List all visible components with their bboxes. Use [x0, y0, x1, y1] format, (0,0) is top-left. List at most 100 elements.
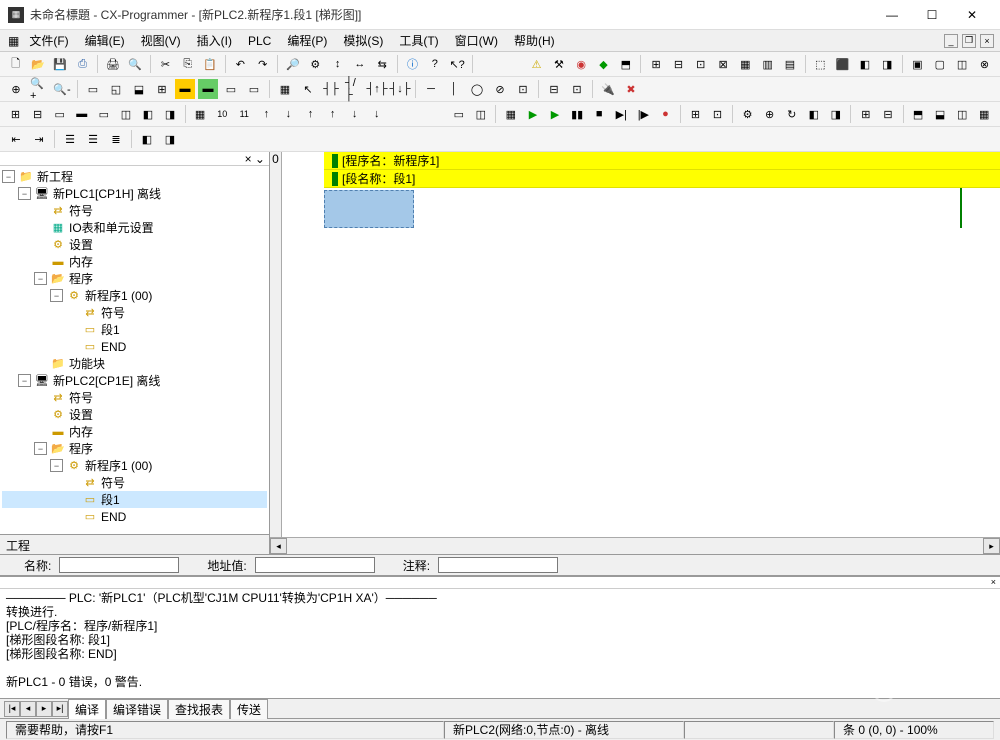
t3-z5[interactable]: ◫ — [953, 104, 972, 124]
tb-3[interactable]: ↔ — [350, 54, 369, 74]
contact-nc-icon[interactable]: ┤/├ — [344, 79, 364, 99]
hline-icon[interactable]: ─ — [421, 79, 441, 99]
new-icon[interactable]: 🗋 — [6, 54, 25, 74]
tree-plc1-prog1-end[interactable]: ▭END — [2, 338, 267, 355]
tool-r[interactable]: ◫ — [952, 54, 971, 74]
tool-e[interactable]: ⊞ — [646, 54, 665, 74]
t3-z[interactable]: ⊞ — [856, 104, 875, 124]
contact-n-icon[interactable]: ┤↓├ — [390, 79, 410, 99]
tool-m[interactable]: ⬛ — [833, 54, 852, 74]
tree-plc2-settings[interactable]: ⚙设置 — [2, 406, 267, 423]
tree-plc2-symbols[interactable]: ⇄符号 — [2, 389, 267, 406]
t3-x[interactable]: ◧ — [804, 104, 823, 124]
t3-v[interactable]: ⊕ — [760, 104, 779, 124]
output-tab-transfer[interactable]: 传送 — [230, 699, 268, 719]
undo-icon[interactable]: ↶ — [231, 54, 250, 74]
field-addr-input[interactable] — [255, 557, 375, 573]
tree-plc1-prog1[interactable]: −⚙新程序1 (00) — [2, 287, 267, 304]
scroll-left-icon[interactable]: ◂ — [270, 538, 287, 554]
t3-a[interactable]: ⊞ — [6, 104, 25, 124]
selected-cell[interactable] — [324, 190, 414, 228]
tree-root[interactable]: −📁新工程 — [2, 168, 267, 185]
t2-d[interactable]: ⊞ — [152, 79, 172, 99]
open-icon[interactable]: 📂 — [28, 54, 47, 74]
menu-program[interactable]: 编程(P) — [281, 30, 333, 51]
tool-n[interactable]: ◧ — [855, 54, 874, 74]
tree-plc1-programs[interactable]: −📂程序 — [2, 270, 267, 287]
menu-window[interactable]: 窗口(W) — [449, 30, 504, 51]
t3-o[interactable]: ↓ — [367, 104, 386, 124]
field-comment-input[interactable] — [438, 557, 558, 573]
tool-g[interactable]: ⊡ — [691, 54, 710, 74]
t3-w[interactable]: ↻ — [782, 104, 801, 124]
output-tab-find[interactable]: 查找报表 — [168, 699, 230, 719]
tab-nav-prev[interactable]: ◂ — [20, 701, 36, 717]
tree-plc2-prog1-sym[interactable]: ⇄符号 — [2, 474, 267, 491]
tree-plc1-memory[interactable]: ▬内存 — [2, 253, 267, 270]
zoom-in-icon[interactable]: 🔍+ — [29, 79, 49, 99]
rec-icon[interactable]: ● — [656, 104, 675, 124]
tree-tab-project[interactable]: 工程 — [0, 534, 269, 554]
t3-i[interactable]: ▦ — [191, 104, 210, 124]
t3-z2[interactable]: ⊟ — [878, 104, 897, 124]
tool-j[interactable]: ▥ — [758, 54, 777, 74]
menu-view[interactable]: 视图(V) — [135, 30, 187, 51]
t3-c[interactable]: ▭ — [50, 104, 69, 124]
close-button[interactable]: ✕ — [952, 0, 992, 30]
output-text[interactable]: ─────── PLC: '新PLC1'（PLC机型'CJ1M CPU11'转换… — [0, 589, 1000, 698]
cursor-icon[interactable]: ↖ — [298, 79, 318, 99]
t2-h[interactable]: ▭ — [244, 79, 264, 99]
tool-c[interactable]: ◆ — [594, 54, 613, 74]
ladder-hscroll[interactable]: ◂ ▸ — [270, 537, 1000, 554]
play-icon[interactable]: ▶ — [523, 104, 542, 124]
copy-icon[interactable]: ⎘ — [178, 54, 197, 74]
tool-k[interactable]: ▤ — [780, 54, 799, 74]
menu-help[interactable]: 帮助(H) — [508, 30, 561, 51]
step-icon[interactable]: ▶| — [612, 104, 631, 124]
t2-i[interactable]: ▦ — [275, 79, 295, 99]
del-vline-icon[interactable]: ⊡ — [567, 79, 587, 99]
saveall-icon[interactable]: ⎙ — [73, 54, 92, 74]
tree-close-bar[interactable]: × ⌄ — [0, 152, 269, 166]
tree-plc1-funcblocks[interactable]: 📁功能块 — [2, 355, 267, 372]
print-icon[interactable]: 🖨 — [103, 54, 122, 74]
indent-icon[interactable]: ⇤ — [6, 129, 26, 149]
contact-no-icon[interactable]: ┤├ — [321, 79, 341, 99]
field-name-input[interactable] — [59, 557, 179, 573]
help-icon[interactable]: ? — [425, 54, 444, 74]
scroll-right-icon[interactable]: ▸ — [983, 538, 1000, 554]
zoom-fit-icon[interactable]: ⊕ — [6, 79, 26, 99]
output-close[interactable]: × — [0, 577, 1000, 589]
t3-z6[interactable]: ▦ — [975, 104, 994, 124]
tool-p[interactable]: ▣ — [908, 54, 927, 74]
tree-plc2-programs[interactable]: −📂程序 — [2, 440, 267, 457]
tool-i[interactable]: ▦ — [736, 54, 755, 74]
tb-2[interactable]: ↕ — [328, 54, 347, 74]
t3-n[interactable]: ↓ — [345, 104, 364, 124]
whatsthis-icon[interactable]: ↖? — [447, 54, 466, 74]
tree-plc1-settings[interactable]: ⚙设置 — [2, 236, 267, 253]
tb-4[interactable]: ⇆ — [373, 54, 392, 74]
menu-tools[interactable]: 工具(T) — [393, 30, 444, 51]
t3-u[interactable]: ⚙ — [738, 104, 757, 124]
stop-icon[interactable]: ■ — [590, 104, 609, 124]
warn-icon[interactable]: ⚠ — [527, 54, 546, 74]
contact-p-icon[interactable]: ┤↑├ — [367, 79, 387, 99]
menu-insert[interactable]: 插入(I) — [191, 30, 238, 51]
tree-plc2-prog1-end[interactable]: ▭END — [2, 508, 267, 525]
redo-icon[interactable]: ↷ — [253, 54, 272, 74]
tree-plc2[interactable]: −🖥新PLC2[CP1E] 离线 — [2, 372, 267, 389]
func-icon[interactable]: ⊡ — [513, 79, 533, 99]
tree-plc2-prog1-seg1[interactable]: ▭段1 — [2, 491, 267, 508]
cut-icon[interactable]: ✂ — [156, 54, 175, 74]
t3-r[interactable]: ▦ — [501, 104, 520, 124]
t3-10[interactable]: 10 — [213, 104, 232, 124]
tool-o[interactable]: ◨ — [878, 54, 897, 74]
t4-e[interactable]: ◨ — [160, 129, 180, 149]
menu-simulate[interactable]: 模拟(S) — [337, 30, 389, 51]
outdent-icon[interactable]: ⇥ — [29, 129, 49, 149]
minimize-button[interactable]: — — [872, 0, 912, 30]
tool-l[interactable]: ⬚ — [811, 54, 830, 74]
info-icon[interactable]: ⓘ — [403, 54, 422, 74]
paste-icon[interactable]: 📋 — [200, 54, 219, 74]
